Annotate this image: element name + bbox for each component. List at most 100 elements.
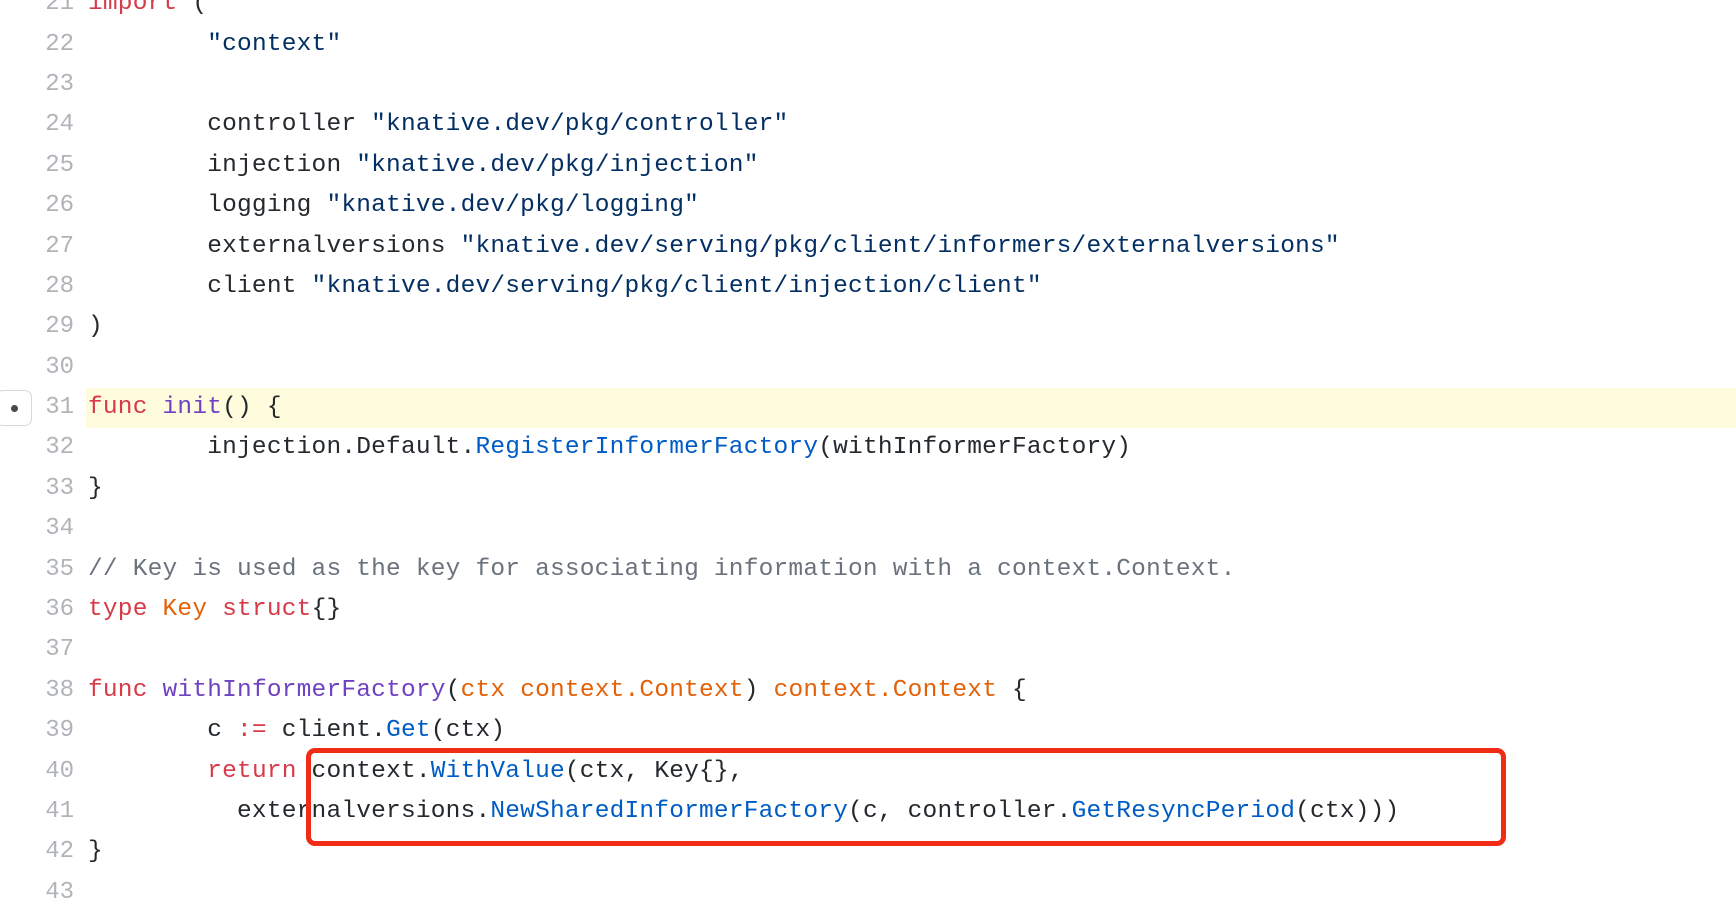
line-number: 40 xyxy=(45,757,74,785)
line-number: 22 xyxy=(45,30,74,58)
code-line-content[interactable] xyxy=(86,873,1736,913)
code-token: := xyxy=(237,717,267,745)
code-token: func xyxy=(88,394,148,422)
code-line[interactable]: 21 import ( xyxy=(0,0,1736,24)
code-line-content[interactable]: import ( xyxy=(86,0,1736,24)
code-line[interactable]: 29) xyxy=(0,307,1736,347)
code-token: ( xyxy=(177,0,208,18)
code-token: // Key is used as the key for associatin… xyxy=(88,555,1236,583)
line-number: 38 xyxy=(45,676,74,704)
code-token: } xyxy=(88,838,103,866)
code-line[interactable]: 43 xyxy=(0,873,1736,913)
code-line-content[interactable]: ) xyxy=(86,307,1736,347)
line-number: 37 xyxy=(45,636,74,664)
code-token: () { xyxy=(222,394,282,422)
line-number: 30 xyxy=(45,353,74,381)
code-line[interactable]: 26 logging "knative.dev/pkg/logging" xyxy=(0,186,1736,226)
code-line-content[interactable] xyxy=(86,630,1736,670)
code-line-content[interactable]: type Key struct{} xyxy=(86,590,1736,630)
code-line[interactable]: 36 type Key struct{} xyxy=(0,590,1736,630)
code-token: Key xyxy=(162,596,208,624)
code-line-content[interactable] xyxy=(86,509,1736,549)
code-token: context.Context xyxy=(773,676,998,704)
code-token: client xyxy=(88,272,312,300)
line-number: 27 xyxy=(45,232,74,260)
code-line-content[interactable] xyxy=(86,348,1736,388)
code-token: ) xyxy=(743,676,774,704)
code-line-content[interactable]: func withInformerFactory(ctx context.Con… xyxy=(86,671,1736,711)
code-line[interactable]: 31 func init() { xyxy=(0,388,1736,429)
code-token: (withInformerFactory) xyxy=(818,434,1132,462)
code-token: {} xyxy=(311,596,342,624)
code-line[interactable]: 42} xyxy=(0,832,1736,872)
line-number: 39 xyxy=(45,717,74,745)
code-line[interactable]: 40 return context.WithValue(ctx, Key{}, xyxy=(0,751,1736,791)
code-token: injection.Default. xyxy=(88,434,476,462)
code-line[interactable]: 30 xyxy=(0,348,1736,388)
code-line-content[interactable]: controller "knative.dev/pkg/controller" xyxy=(86,105,1736,145)
code-line-content[interactable] xyxy=(86,65,1736,105)
code-token: externalversions. xyxy=(88,798,491,825)
line-number: 26 xyxy=(45,192,74,220)
line-number: 43 xyxy=(45,878,74,906)
line-number: 34 xyxy=(45,515,74,543)
code-token: controller xyxy=(88,111,372,139)
code-token: { xyxy=(997,676,1027,704)
code-line[interactable]: 39 c := client.Get(ctx) xyxy=(0,711,1736,751)
code-token: (ctx) xyxy=(430,717,506,745)
code-token: context. xyxy=(296,757,431,785)
code-line[interactable]: 25 injection "knative.dev/pkg/injection" xyxy=(0,146,1736,186)
code-token: RegisterInformerFactory xyxy=(475,434,819,462)
code-line[interactable]: 37 xyxy=(0,630,1736,670)
code-token: "knative.dev/pkg/injection" xyxy=(356,151,759,179)
line-number: 29 xyxy=(45,313,74,341)
code-line-content[interactable]: externalversions.NewSharedInformerFactor… xyxy=(86,792,1736,832)
code-line[interactable]: 33} xyxy=(0,469,1736,509)
code-line-content[interactable]: c := client.Get(ctx) xyxy=(86,711,1736,751)
code-line[interactable]: 32 injection.Default.RegisterInformerFac… xyxy=(0,428,1736,468)
code-line[interactable]: 41 externalversions.NewSharedInformerFac… xyxy=(0,792,1736,832)
code-token: injection xyxy=(88,151,357,179)
code-line[interactable]: 23 xyxy=(0,65,1736,105)
code-line-content[interactable]: return context.WithValue(ctx, Key{}, xyxy=(86,752,1736,792)
code-token: struct xyxy=(222,596,312,624)
code-token: ( xyxy=(445,676,461,704)
code-line-content[interactable]: logging "knative.dev/pkg/logging" xyxy=(86,186,1736,226)
code-line-content[interactable]: externalversions "knative.dev/serving/pk… xyxy=(86,227,1736,267)
code-line-content[interactable]: injection "knative.dev/pkg/injection" xyxy=(86,146,1736,186)
code-line-content[interactable]: // Key is used as the key for associatin… xyxy=(86,550,1736,590)
code-line[interactable]: 22 "context" xyxy=(0,24,1736,64)
line-number: 24 xyxy=(45,111,74,139)
line-number: 35 xyxy=(45,555,74,583)
code-line[interactable]: 35 // Key is used as the key for associat… xyxy=(0,549,1736,589)
line-number: 21 xyxy=(45,0,74,18)
code-token: Get xyxy=(386,717,431,745)
code-line[interactable]: 38 func withInformerFactory(ctx context.C… xyxy=(0,671,1736,711)
code-line-content[interactable]: client "knative.dev/serving/pkg/client/i… xyxy=(86,267,1736,307)
code-line[interactable]: 34 xyxy=(0,509,1736,549)
code-line-content[interactable]: injection.Default.RegisterInformerFactor… xyxy=(86,428,1736,468)
code-line[interactable]: 24 controller "knative.dev/pkg/controlle… xyxy=(0,105,1736,145)
code-token: c xyxy=(88,717,238,745)
code-line[interactable]: 27 externalversions "knative.dev/serving… xyxy=(0,226,1736,266)
code-token: "knative.dev/pkg/logging" xyxy=(326,192,700,220)
code-token: ctx context.Context xyxy=(460,676,744,704)
code-line-content[interactable]: } xyxy=(86,832,1736,872)
code-line-list: 21 import (22 "context" 23 24 controller "k… xyxy=(0,0,1736,913)
code-line-content[interactable]: func init() { xyxy=(86,388,1736,429)
gutter-symbol-marker-icon[interactable] xyxy=(0,390,32,427)
code-line-content[interactable]: } xyxy=(86,469,1736,509)
code-line-content[interactable]: "context" xyxy=(86,25,1736,65)
code-token: withInformerFactory xyxy=(162,676,446,704)
code-line[interactable]: 28 client "knative.dev/serving/pkg/clien… xyxy=(0,267,1736,307)
line-number: 28 xyxy=(45,272,74,300)
line-number: 25 xyxy=(45,151,74,179)
code-token: "knative.dev/serving/pkg/client/informer… xyxy=(460,232,1340,260)
code-token: } xyxy=(88,474,103,502)
line-number: 32 xyxy=(45,434,74,462)
code-token: "knative.dev/serving/pkg/client/injectio… xyxy=(311,272,1042,300)
